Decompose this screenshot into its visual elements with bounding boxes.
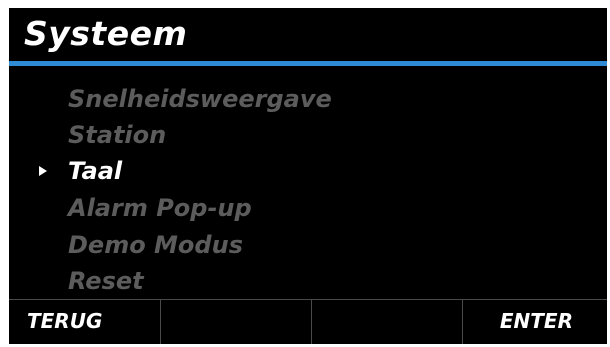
softkey-2[interactable] <box>161 300 311 344</box>
page-title: Systeem <box>24 14 188 53</box>
menu-item-snelheidsweergave[interactable]: Snelheidsweergave <box>9 82 607 120</box>
menu-item-reset[interactable]: Reset <box>9 264 607 302</box>
header: Systeem <box>9 8 607 66</box>
back-button[interactable]: TERUG <box>9 300 160 344</box>
menu-item-label: Demo Modus <box>68 231 243 259</box>
menu-item-label: Station <box>68 121 167 149</box>
menu-item-label: Taal <box>68 157 123 185</box>
softkey-bar: TERUG ENTER <box>9 299 607 344</box>
menu-item-taal[interactable]: Taal <box>9 154 607 192</box>
system-menu: Snelheidsweergave Station Taal Alarm Pop… <box>9 82 607 300</box>
menu-item-alarm-pop-up[interactable]: Alarm Pop-up <box>9 191 607 229</box>
menu-item-label: Snelheidsweergave <box>68 85 332 113</box>
enter-button[interactable]: ENTER <box>463 300 607 344</box>
back-button-label: TERUG <box>27 309 103 333</box>
menu-item-label: Alarm Pop-up <box>68 194 252 222</box>
device-screen: Systeem Snelheidsweergave Station Taal A… <box>9 8 607 344</box>
menu-item-label: Reset <box>68 267 144 295</box>
header-divider <box>9 61 607 66</box>
enter-button-label: ENTER <box>499 309 573 333</box>
menu-item-station[interactable]: Station <box>9 118 607 156</box>
menu-item-demo-modus[interactable]: Demo Modus <box>9 228 607 266</box>
selection-pointer-icon <box>39 166 47 176</box>
softkey-3[interactable] <box>312 300 462 344</box>
